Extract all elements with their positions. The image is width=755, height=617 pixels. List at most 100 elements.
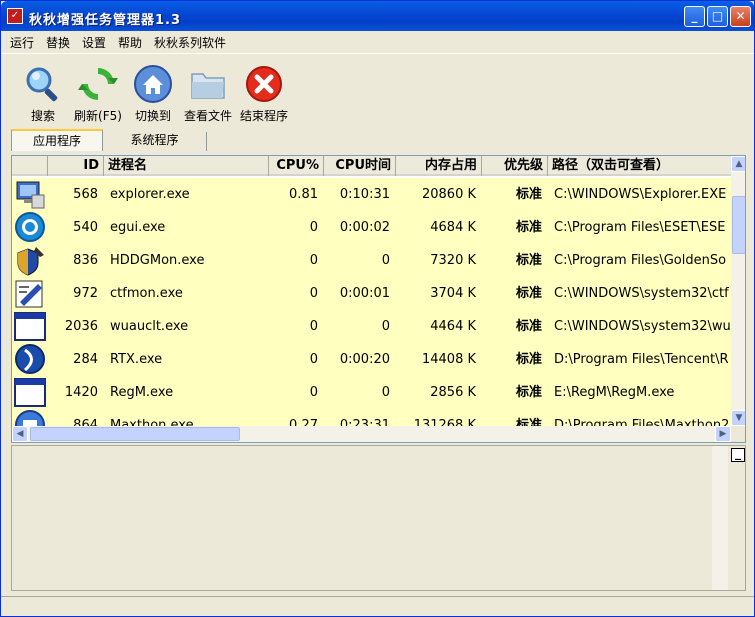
- folder-icon: [188, 64, 228, 104]
- cell-mem: 4684 K: [430, 220, 476, 235]
- vertical-scrollbar[interactable]: ▲ ▼: [731, 156, 745, 426]
- vertical-scroll-thumb[interactable]: [732, 196, 745, 254]
- cell-cputime: 0: [381, 385, 390, 400]
- cell-priority: 标准: [515, 319, 542, 334]
- menu-bar: 运行 替换 设置 帮助 秋秋系列软件: [1, 31, 754, 51]
- table-row[interactable]: 1420 RegM.exe 0 0 2856 K 标准 E:\RegM\RegM.exe: [12, 376, 731, 409]
- tab-system-programs[interactable]: 系统程序: [103, 132, 207, 151]
- tab-strip: 应用程序 系统程序: [1, 129, 754, 151]
- scrollbar-corner: [731, 426, 745, 442]
- toolbar: 搜索 刷新(F5) 切换到 查看文件 结束程序: [1, 53, 754, 127]
- detail-collapse-button[interactable]: _: [731, 447, 745, 462]
- switch-to-button[interactable]: 切换到: [131, 62, 175, 124]
- menu-run[interactable]: 运行: [10, 34, 34, 51]
- detail-scrollbar[interactable]: [712, 446, 728, 590]
- cell-cputime: 0:00:20: [339, 352, 390, 367]
- rtx-icon: [14, 344, 46, 375]
- menu-settings[interactable]: 设置: [82, 34, 106, 51]
- close-window-button[interactable]: ✕: [730, 6, 751, 27]
- refresh-button[interactable]: 刷新(F5): [71, 62, 125, 124]
- cell-name: RTX.exe: [110, 352, 163, 367]
- scroll-down-button[interactable]: ▼: [731, 410, 745, 426]
- minimize-button[interactable]: _: [684, 6, 705, 27]
- scroll-up-button[interactable]: ▲: [731, 156, 745, 172]
- table-row[interactable]: 284 RTX.exe 0 0:00:20 14408 K 标准 D:\Program Fi…: [12, 343, 731, 376]
- tab-applications[interactable]: 应用程序: [11, 129, 103, 151]
- title-bar[interactable]: ✓ 秋秋增强任务管理器1.3 _ □ ✕: [1, 1, 754, 31]
- cell-id: 568: [73, 187, 98, 202]
- eset-icon: [14, 212, 46, 243]
- table-row[interactable]: 568 explorer.exe 0.81 0:10:31 20860 K 标准 C:\WI…: [12, 178, 731, 211]
- table-row[interactable]: 2036 wuauclt.exe 0 0 4464 K 标准 C:\WINDOWS\syst…: [12, 310, 731, 343]
- cell-cputime: 0:00:02: [339, 220, 390, 235]
- cell-mem: 14408 K: [421, 352, 476, 367]
- view-file-label: 查看文件: [183, 109, 232, 123]
- table-row[interactable]: 540 egui.exe 0 0:00:02 4684 K 标准 C:\Program Fi…: [12, 211, 731, 244]
- column-header-path[interactable]: 路径（双击可查看）: [548, 156, 731, 176]
- cell-id: 836: [73, 253, 98, 268]
- refresh-label: 刷新(F5): [74, 109, 122, 123]
- cell-mem: 2856 K: [430, 385, 476, 400]
- column-header-id[interactable]: ID: [48, 156, 104, 176]
- cell-mem: 4464 K: [430, 319, 476, 334]
- cell-cpu: 0.81: [289, 187, 318, 202]
- cell-path: D:\Program Files\Tencent\R: [554, 352, 729, 367]
- menu-replace[interactable]: 替换: [46, 34, 70, 51]
- table-row[interactable]: 836 HDDGMon.exe 0 0 7320 K 标准 C:\Program Files…: [12, 244, 731, 277]
- cell-cpu: 0: [309, 319, 318, 334]
- scroll-right-button[interactable]: ▶: [715, 426, 731, 442]
- end-program-label: 结束程序: [239, 109, 288, 123]
- switch-to-label: 切换到: [134, 109, 171, 123]
- process-list[interactable]: ID 进程名 CPU% CPU时间 内存占用 优先级 路径（双击可查看） 568…: [11, 155, 746, 443]
- window-icon: [14, 311, 46, 342]
- shield-icon: [14, 245, 46, 276]
- column-header-row: ID 进程名 CPU% CPU时间 内存占用 优先级 路径（双击可查看）: [12, 156, 731, 176]
- cell-name: ctfmon.exe: [110, 286, 183, 301]
- refresh-icon: [78, 64, 118, 104]
- main-window: ✓ 秋秋增强任务管理器1.3 _ □ ✕ 运行 替换 设置 帮助 秋秋系列软件 …: [0, 0, 755, 617]
- cell-cpu: 0: [309, 385, 318, 400]
- search-button[interactable]: 搜索: [21, 62, 65, 124]
- cell-id: 1420: [64, 385, 98, 400]
- menu-series-software[interactable]: 秋秋系列软件: [154, 34, 226, 51]
- app-icon[interactable]: ✓: [7, 8, 23, 24]
- window-icon: [14, 377, 46, 408]
- search-label: 搜索: [30, 109, 55, 123]
- cell-cpu: 0: [309, 286, 318, 301]
- maximize-button[interactable]: □: [707, 6, 728, 27]
- cell-cputime: 0:00:01: [339, 286, 390, 301]
- detail-panel[interactable]: _: [11, 445, 746, 591]
- cell-priority: 标准: [515, 352, 542, 367]
- status-bar: [1, 596, 754, 616]
- cell-id: 972: [73, 286, 98, 301]
- cell-priority: 标准: [515, 220, 542, 235]
- column-header-priority[interactable]: 优先级: [482, 156, 548, 176]
- scroll-left-button[interactable]: ◀: [12, 426, 28, 442]
- cell-path: C:\WINDOWS\system32\ctf: [554, 286, 729, 301]
- cell-path: C:\Program Files\ESET\ESE: [554, 220, 726, 235]
- cell-id: 2036: [64, 319, 98, 334]
- window-title: 秋秋增强任务管理器1.3: [29, 13, 182, 28]
- column-header-name[interactable]: 进程名: [104, 156, 269, 176]
- cell-cpu: 0: [309, 352, 318, 367]
- cell-name: wuauclt.exe: [110, 319, 189, 334]
- cell-name: explorer.exe: [110, 187, 190, 202]
- cell-mem: 7320 K: [430, 253, 476, 268]
- cell-name: RegM.exe: [110, 385, 174, 400]
- table-row[interactable]: 972 ctfmon.exe 0 0:00:01 3704 K 标准 C:\WINDOWS\…: [12, 277, 731, 310]
- cell-priority: 标准: [515, 286, 542, 301]
- column-header-cpu-time[interactable]: CPU时间: [324, 156, 396, 176]
- view-file-button[interactable]: 查看文件: [181, 62, 235, 124]
- search-icon: [23, 64, 63, 104]
- column-header-icon[interactable]: [12, 156, 48, 176]
- horizontal-scrollbar[interactable]: ◀ ▶: [12, 426, 731, 442]
- end-program-button[interactable]: 结束程序: [237, 62, 291, 124]
- menu-help[interactable]: 帮助: [118, 34, 142, 51]
- column-header-cpu[interactable]: CPU%: [269, 156, 324, 176]
- column-header-memory[interactable]: 内存占用: [396, 156, 482, 176]
- cell-cpu: 0: [309, 220, 318, 235]
- horizontal-scroll-thumb[interactable]: [30, 427, 240, 441]
- home-icon: [133, 64, 173, 104]
- cell-path: E:\RegM\RegM.exe: [554, 385, 675, 400]
- cell-name: egui.exe: [110, 220, 166, 235]
